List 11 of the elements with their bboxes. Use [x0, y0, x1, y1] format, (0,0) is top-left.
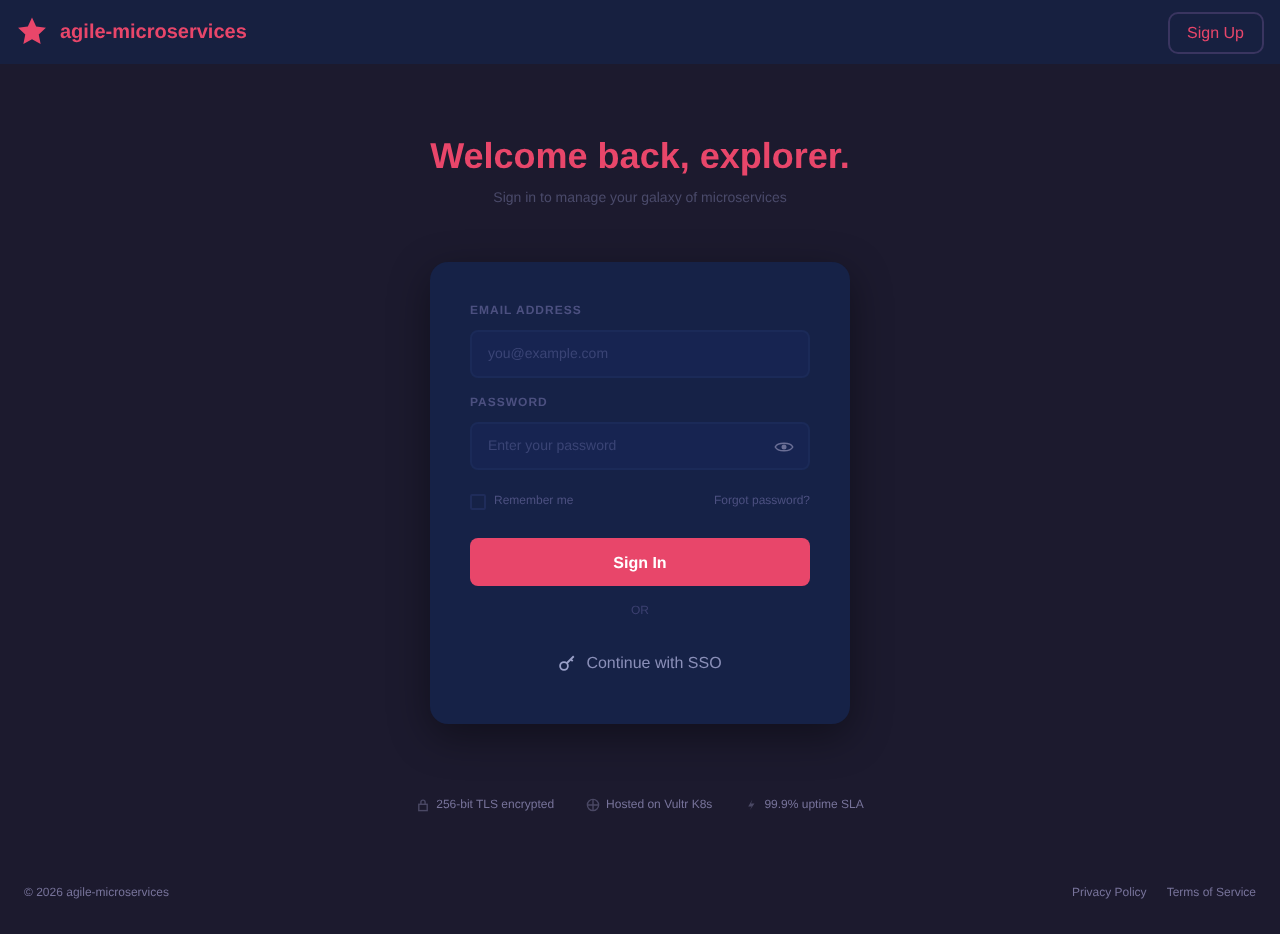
star-icon — [16, 16, 48, 48]
eye-icon[interactable] — [774, 439, 794, 453]
sso-button[interactable]: Continue with SSO — [554, 650, 726, 676]
key-icon — [558, 654, 577, 672]
globe-icon — [586, 798, 601, 812]
brand-name[interactable]: agile-microservices — [60, 21, 1156, 43]
lock-icon — [416, 798, 431, 812]
page-title: Welcome back, explorer. — [430, 136, 850, 178]
sign-in-button[interactable]: Sign In — [470, 538, 810, 586]
bolt-icon — [744, 798, 759, 812]
sign-up-button[interactable]: Sign Up — [1167, 11, 1264, 53]
